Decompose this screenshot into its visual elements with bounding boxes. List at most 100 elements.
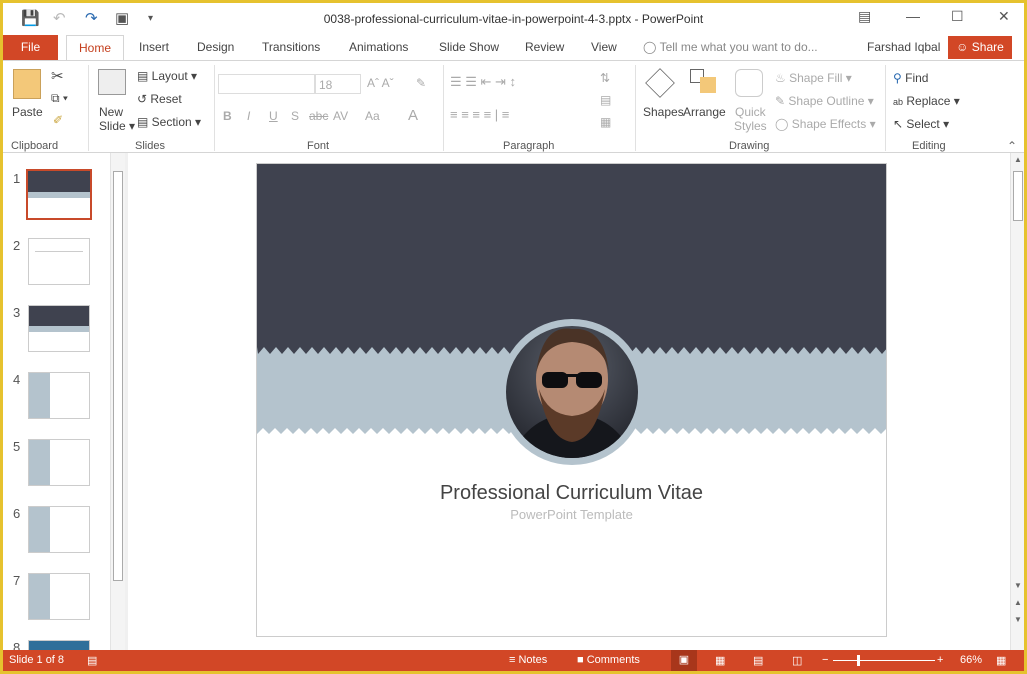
shape-effects-label: Shape Effects	[791, 117, 867, 131]
notes-button[interactable]: ≡ Notes	[509, 654, 547, 666]
section-button[interactable]: ▤ Section ▾	[137, 115, 201, 129]
slide-sorter-icon[interactable]: ▦	[715, 654, 725, 667]
cut-icon[interactable]: ✂	[51, 67, 64, 85]
tab-file[interactable]: File	[3, 35, 58, 60]
group-label-slides: Slides	[135, 140, 165, 152]
strikethrough-button[interactable]: abc	[309, 109, 328, 123]
underline-button[interactable]: U	[269, 109, 278, 123]
zoom-slider-thumb[interactable]	[857, 655, 861, 666]
new-slide-icon[interactable]	[98, 69, 126, 95]
shape-outline-button[interactable]: ✎ Shape Outline ▾	[775, 94, 874, 108]
slide-thumbnail-panel: 12345678	[3, 153, 125, 671]
scroll-down-icon[interactable]: ▼	[1014, 581, 1022, 590]
font-size-input[interactable]: 18	[315, 74, 361, 94]
slide-thumbnail[interactable]	[28, 238, 90, 285]
tab-transitions[interactable]: Transitions	[262, 40, 320, 54]
thumbnail-number: 3	[13, 305, 21, 320]
share-button[interactable]: ☺ Share	[948, 36, 1012, 59]
tab-design[interactable]: Design	[197, 40, 234, 54]
powerpoint-window: 💾 ↶ ↷ ▣ ▾ 0038-professional-curriculum-v…	[3, 3, 1024, 671]
character-spacing-button[interactable]: AV	[333, 109, 348, 123]
thumbnail-scrollbar[interactable]	[110, 153, 125, 650]
shape-effects-button[interactable]: ◯ Shape Effects ▾	[775, 117, 876, 131]
close-icon[interactable]: ✕	[998, 8, 1010, 25]
maximize-icon[interactable]: ☐	[951, 8, 964, 25]
shadow-button[interactable]: S	[291, 109, 299, 123]
thumbnail-number: 1	[13, 171, 21, 186]
slideshow-icon[interactable]: ◫	[792, 654, 802, 667]
copy-icon[interactable]: ⧉ ▾	[51, 91, 68, 106]
layout-button[interactable]: ▤ Layout ▾	[137, 69, 197, 83]
reset-button[interactable]: ↺ Reset	[137, 92, 182, 106]
bold-button[interactable]: B	[223, 109, 232, 123]
slide-title[interactable]: Professional Curriculum Vitae	[257, 482, 886, 505]
thumbnail-scroll-thumb[interactable]	[113, 171, 123, 581]
slide-thumbnail[interactable]	[28, 506, 90, 553]
shape-fill-label: Shape Fill	[789, 71, 843, 85]
slide-scrollbar[interactable]: ▲ ▼ ▲ ▼	[1010, 153, 1024, 650]
clear-formatting-icon[interactable]: ✎	[416, 76, 426, 90]
font-color-button[interactable]: A	[408, 107, 418, 124]
zoom-slider[interactable]	[833, 655, 935, 666]
italic-button[interactable]: I	[247, 109, 250, 123]
tab-animations[interactable]: Animations	[349, 40, 408, 54]
previous-slide-icon[interactable]: ▲	[1014, 598, 1022, 607]
align-text-icon[interactable]: ▤	[600, 93, 611, 107]
tell-me-search[interactable]: ◯ Tell me what you want to do...	[643, 40, 818, 54]
tab-insert[interactable]: Insert	[139, 40, 169, 54]
find-button[interactable]: ⚲ Find	[893, 71, 928, 85]
share-label: Share	[971, 40, 1004, 54]
collapse-ribbon-icon[interactable]: ⌃	[1007, 139, 1017, 153]
paste-icon[interactable]	[13, 69, 41, 99]
quick-styles-button[interactable]: Quick Styles	[734, 105, 767, 133]
arrange-button[interactable]: Arrange	[683, 105, 726, 119]
paste-button[interactable]: Paste	[12, 105, 43, 119]
tab-view[interactable]: View	[591, 40, 617, 54]
slide-thumbnail[interactable]	[28, 573, 90, 620]
slide-graphic	[257, 164, 886, 636]
smartart-icon[interactable]: ▦	[600, 115, 611, 129]
reading-view-icon[interactable]: ▤	[753, 654, 763, 667]
slide-1: Professional Curriculum Vitae PowerPoint…	[256, 163, 887, 637]
font-name-input[interactable]	[218, 74, 315, 94]
normal-view-icon[interactable]: ▣	[671, 650, 697, 671]
tab-home[interactable]: Home	[66, 35, 124, 61]
reset-label: Reset	[150, 92, 182, 106]
spell-check-icon[interactable]: ▤	[87, 654, 97, 667]
zoom-out-icon[interactable]: −	[822, 654, 828, 666]
comments-button[interactable]: ■ Comments	[577, 654, 640, 666]
change-case-button[interactable]: Aa	[365, 109, 380, 123]
user-name[interactable]: Farshad Iqbal	[867, 40, 940, 54]
minimize-icon[interactable]: —	[906, 8, 920, 24]
thumbnail-number: 4	[13, 372, 21, 387]
tab-review[interactable]: Review	[525, 40, 564, 54]
zoom-level[interactable]: 66%	[960, 654, 982, 666]
find-label: Find	[905, 71, 929, 85]
format-painter-icon[interactable]: ✐	[53, 113, 63, 127]
text-direction-icon[interactable]: ⇅	[600, 71, 610, 85]
select-button[interactable]: ↖ Select ▾	[893, 117, 949, 131]
ribbon-display-icon[interactable]: ▤	[858, 8, 871, 25]
align-icons[interactable]: ≡ ≡ ≡ ≡ | ≡	[450, 107, 509, 122]
arrange-icon[interactable]	[700, 77, 716, 93]
slide-thumbnail[interactable]	[26, 169, 92, 220]
slide-scroll-thumb[interactable]	[1013, 171, 1023, 221]
scroll-up-icon[interactable]: ▲	[1014, 155, 1022, 164]
slide-thumbnail[interactable]	[28, 439, 90, 486]
slide-thumbnail[interactable]	[28, 305, 90, 352]
search-icon: ⚲	[893, 71, 902, 85]
next-slide-icon[interactable]: ▼	[1014, 615, 1022, 624]
replace-button[interactable]: ab Replace ▾	[893, 94, 960, 108]
quick-styles-icon[interactable]	[735, 69, 763, 97]
slide-thumbnail[interactable]	[28, 372, 90, 419]
shape-fill-button[interactable]: ♨ Shape Fill ▾	[775, 71, 852, 85]
new-slide-button[interactable]: New Slide ▾	[99, 105, 135, 133]
slide-subtitle[interactable]: PowerPoint Template	[257, 507, 886, 522]
bullets-icon[interactable]: ☰ ☰ ⇤ ⇥ ↕	[450, 74, 516, 90]
shapes-icon[interactable]	[645, 68, 675, 98]
fit-to-window-icon[interactable]: ▦	[996, 654, 1006, 667]
tab-slide-show[interactable]: Slide Show	[439, 40, 499, 54]
shapes-button[interactable]: Shapes	[643, 105, 684, 119]
grow-font-icon[interactable]: Aˆ Aˇ	[367, 76, 394, 90]
zoom-in-icon[interactable]: +	[937, 654, 943, 666]
